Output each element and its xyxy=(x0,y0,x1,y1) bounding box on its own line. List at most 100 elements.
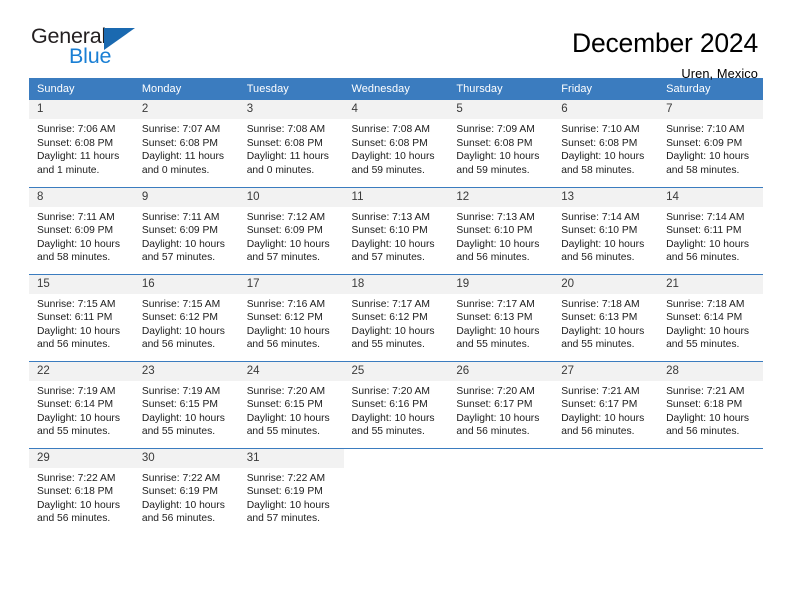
calendar-day-cell[interactable]: 29 Sunrise: 7:22 AM Sunset: 6:18 PM Dayligh… xyxy=(29,447,134,535)
daylight-text-line2: and 55 minutes. xyxy=(666,339,740,351)
sunrise-text: Sunrise: 7:13 AM xyxy=(456,211,535,223)
calendar-day-cell[interactable]: 18 Sunrise: 7:17 AM Sunset: 6:12 PM Dayligh… xyxy=(343,273,449,361)
daylight-text-line1: Daylight: 10 hours xyxy=(246,325,330,337)
calendar-day-cell[interactable]: 2 Sunrise: 7:07 AM Sunset: 6:08 PM Daylight… xyxy=(133,100,239,187)
calendar-day-cell[interactable]: 16 Sunrise: 7:15 AM Sunset: 6:12 PM Dayligh… xyxy=(133,273,239,361)
calendar-day-cell[interactable]: 5 Sunrise: 7:09 AM Sunset: 6:08 PM Daylight… xyxy=(448,100,554,187)
calendar-day-cell[interactable]: 20 Sunrise: 7:18 AM Sunset: 6:13 PM Dayligh… xyxy=(553,273,659,361)
daylight-text-line1: Daylight: 10 hours xyxy=(246,499,330,511)
daylight-text-line1: Daylight: 10 hours xyxy=(141,412,225,424)
sunset-text: Sunset: 6:13 PM xyxy=(561,312,638,324)
calendar-day-cell[interactable]: 31 Sunrise: 7:22 AM Sunset: 6:19 PM Dayligh… xyxy=(238,447,344,535)
sunset-text: Sunset: 6:08 PM xyxy=(246,137,323,149)
sunrise-text: Sunrise: 7:11 AM xyxy=(141,211,220,223)
calendar-day-cell[interactable]: 10 Sunrise: 7:12 AM Sunset: 6:09 PM Dayligh… xyxy=(238,186,344,274)
day-number: 18 xyxy=(343,274,449,294)
calendar-day-cell[interactable]: 1 Sunrise: 7:06 AM Sunset: 6:08 PM Daylight… xyxy=(29,100,134,187)
daylight-text-line2: and 58 minutes. xyxy=(561,164,635,176)
daylight-text-line1: Daylight: 10 hours xyxy=(351,412,435,424)
day-details: Sunrise: 7:07 AM Sunset: 6:08 PM Daylight:… xyxy=(134,119,239,177)
day-details: Sunrise: 7:22 AM Sunset: 6:18 PM Daylight:… xyxy=(29,468,134,526)
weekday-header-thursday: Thursday xyxy=(448,78,554,100)
sunset-text: Sunset: 6:08 PM xyxy=(37,137,114,149)
day-number: 15 xyxy=(29,274,134,294)
calendar-day-cell[interactable]: 25 Sunrise: 7:20 AM Sunset: 6:16 PM Dayligh… xyxy=(343,360,449,448)
sunrise-text: Sunrise: 7:09 AM xyxy=(456,124,535,135)
day-details: Sunrise: 7:13 AM Sunset: 6:10 PM Daylight:… xyxy=(344,207,449,265)
calendar-day-cell[interactable]: 11 Sunrise: 7:13 AM Sunset: 6:10 PM Dayligh… xyxy=(343,186,449,274)
day-details: Sunrise: 7:20 AM Sunset: 6:15 PM Daylight:… xyxy=(239,381,344,439)
day-details: Sunrise: 7:21 AM Sunset: 6:17 PM Daylight:… xyxy=(553,381,658,439)
sunrise-text: Sunrise: 7:14 AM xyxy=(561,211,640,223)
daylight-text-line2: and 1 minute. xyxy=(37,164,100,176)
calendar-day-cell[interactable]: 3 Sunrise: 7:08 AM Sunset: 6:08 PM Daylight… xyxy=(238,100,344,187)
calendar-week-row: 1 Sunrise: 7:06 AM Sunset: 6:08 PM Daylight… xyxy=(29,100,763,187)
calendar-day-cell[interactable]: 13 Sunrise: 7:14 AM Sunset: 6:10 PM Dayligh… xyxy=(553,186,659,274)
daylight-text-line1: Daylight: 10 hours xyxy=(141,325,225,337)
daylight-text-line1: Daylight: 10 hours xyxy=(561,151,645,163)
day-number: 30 xyxy=(133,448,239,468)
day-details: Sunrise: 7:17 AM Sunset: 6:13 PM Daylight:… xyxy=(448,294,553,352)
sunset-text: Sunset: 6:09 PM xyxy=(246,225,323,237)
daylight-text-line1: Daylight: 10 hours xyxy=(456,325,540,337)
day-details: Sunrise: 7:12 AM Sunset: 6:09 PM Daylight:… xyxy=(239,207,344,265)
location-subtitle: Uren, Mexico xyxy=(681,66,758,82)
title-block: December 2024 Uren, Mexico xyxy=(572,26,758,81)
calendar-day-cell[interactable]: 27 Sunrise: 7:21 AM Sunset: 6:17 PM Dayligh… xyxy=(553,360,659,448)
daylight-text-line1: Daylight: 10 hours xyxy=(37,412,120,424)
calendar-day-cell[interactable]: 15 Sunrise: 7:15 AM Sunset: 6:11 PM Dayligh… xyxy=(29,273,134,361)
calendar-day-cell[interactable]: 9 Sunrise: 7:11 AM Sunset: 6:09 PM Daylight… xyxy=(133,186,239,274)
calendar-day-cell[interactable]: 23 Sunrise: 7:19 AM Sunset: 6:15 PM Dayligh… xyxy=(133,360,239,448)
daylight-text-line2: and 56 minutes. xyxy=(141,513,216,525)
calendar-day-cell[interactable]: 21 Sunrise: 7:18 AM Sunset: 6:14 PM Dayligh… xyxy=(658,273,763,361)
day-details: Sunrise: 7:20 AM Sunset: 6:16 PM Daylight:… xyxy=(344,381,449,439)
sunset-text: Sunset: 6:11 PM xyxy=(37,312,113,324)
calendar-day-cell[interactable]: 30 Sunrise: 7:22 AM Sunset: 6:19 PM Dayligh… xyxy=(133,447,239,535)
calendar-day-cell[interactable]: 6 Sunrise: 7:10 AM Sunset: 6:08 PM Daylight… xyxy=(553,100,659,187)
daylight-text-line1: Daylight: 10 hours xyxy=(246,412,330,424)
general-blue-logo[interactable]: General Blue xyxy=(31,25,139,74)
calendar-cell-empty xyxy=(448,447,554,535)
sunrise-text: Sunrise: 7:18 AM xyxy=(666,298,745,310)
sunset-text: Sunset: 6:08 PM xyxy=(351,137,428,149)
calendar-day-cell[interactable]: 14 Sunrise: 7:14 AM Sunset: 6:11 PM Dayligh… xyxy=(658,186,763,274)
sunset-text: Sunset: 6:14 PM xyxy=(37,399,114,411)
sunrise-text: Sunrise: 7:12 AM xyxy=(246,211,326,223)
day-details: Sunrise: 7:14 AM Sunset: 6:11 PM Daylight:… xyxy=(658,207,763,265)
daylight-text-line2: and 57 minutes. xyxy=(246,513,320,525)
sunrise-text: Sunrise: 7:22 AM xyxy=(37,472,116,484)
daylight-text-line2: and 56 minutes. xyxy=(666,426,740,438)
daylight-text-line1: Daylight: 10 hours xyxy=(351,325,435,337)
calendar-cell-empty xyxy=(658,447,763,535)
calendar-day-cell[interactable]: 22 Sunrise: 7:19 AM Sunset: 6:14 PM Dayligh… xyxy=(29,360,134,448)
day-details: Sunrise: 7:15 AM Sunset: 6:11 PM Daylight:… xyxy=(29,294,134,352)
sunset-text: Sunset: 6:12 PM xyxy=(246,312,323,324)
daylight-text-line2: and 55 minutes. xyxy=(456,339,530,351)
sunset-text: Sunset: 6:14 PM xyxy=(666,312,743,324)
day-number: 12 xyxy=(448,187,554,207)
daylight-text-line1: Daylight: 10 hours xyxy=(561,325,645,337)
calendar-day-cell[interactable]: 4 Sunrise: 7:08 AM Sunset: 6:08 PM Daylight… xyxy=(343,100,449,187)
sunrise-text: Sunrise: 7:15 AM xyxy=(37,298,116,310)
calendar-day-cell[interactable]: 26 Sunrise: 7:20 AM Sunset: 6:17 PM Dayligh… xyxy=(448,360,554,448)
calendar-day-cell[interactable]: 8 Sunrise: 7:11 AM Sunset: 6:09 PM Daylight… xyxy=(29,186,134,274)
calendar-day-cell[interactable]: 17 Sunrise: 7:16 AM Sunset: 6:12 PM Dayligh… xyxy=(238,273,344,361)
day-details: Sunrise: 7:10 AM Sunset: 6:08 PM Daylight:… xyxy=(553,119,658,177)
calendar-day-cell[interactable]: 19 Sunrise: 7:17 AM Sunset: 6:13 PM Dayligh… xyxy=(448,273,554,361)
daylight-text-line1: Daylight: 10 hours xyxy=(666,151,750,163)
day-number: 7 xyxy=(658,100,763,119)
day-number xyxy=(553,448,659,468)
calendar-day-cell[interactable]: 12 Sunrise: 7:13 AM Sunset: 6:10 PM Dayligh… xyxy=(448,186,554,274)
daylight-text-line1: Daylight: 11 hours xyxy=(37,151,120,163)
calendar-week-row: 29 Sunrise: 7:22 AM Sunset: 6:18 PM Dayligh… xyxy=(29,447,763,535)
sunrise-text: Sunrise: 7:10 AM xyxy=(561,124,640,135)
calendar-day-cell[interactable]: 24 Sunrise: 7:20 AM Sunset: 6:15 PM Dayligh… xyxy=(238,360,344,448)
calendar-day-cell[interactable]: 7 Sunrise: 7:10 AM Sunset: 6:09 PM Daylight… xyxy=(658,100,763,187)
daylight-text-line1: Daylight: 10 hours xyxy=(37,499,120,511)
daylight-text-line2: and 56 minutes. xyxy=(561,426,635,438)
day-number: 16 xyxy=(133,274,239,294)
weekday-header-wednesday: Wednesday xyxy=(343,78,449,100)
daylight-text-line1: Daylight: 10 hours xyxy=(456,412,540,424)
day-details: Sunrise: 7:20 AM Sunset: 6:17 PM Daylight:… xyxy=(448,381,553,439)
calendar-day-cell[interactable]: 28 Sunrise: 7:21 AM Sunset: 6:18 PM Dayligh… xyxy=(658,360,763,448)
